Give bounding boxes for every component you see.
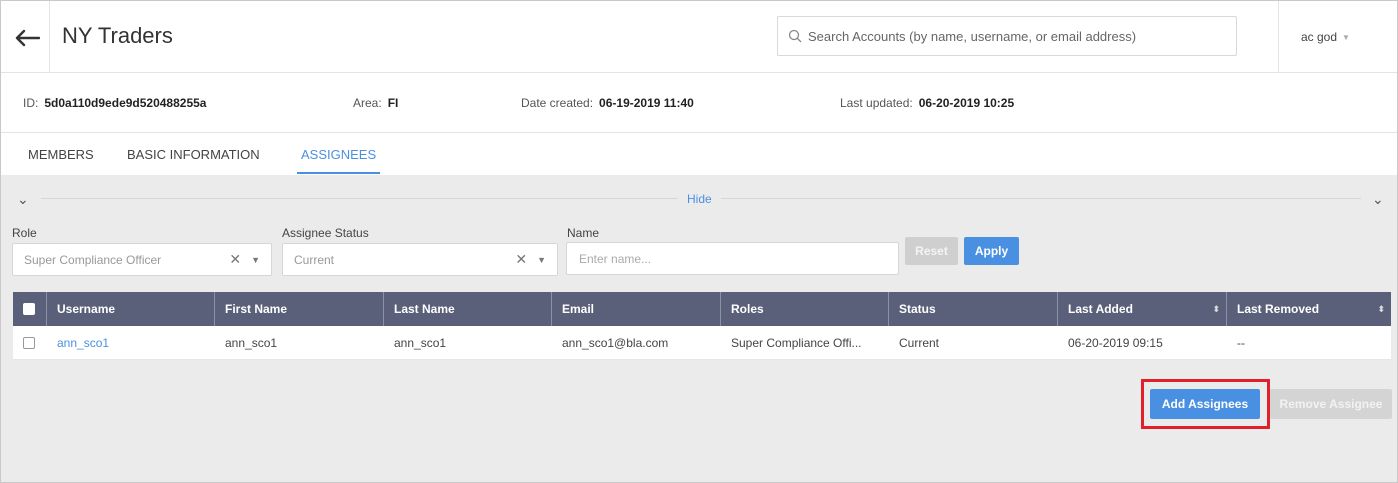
- cell-last-name: ann_sco1: [394, 335, 447, 350]
- assignee-status-label: Assignee Status: [282, 226, 369, 240]
- info-updated-label: Last updated:: [840, 96, 913, 110]
- column-header-status[interactable]: Status: [889, 292, 1058, 326]
- tab-bar: MEMBERS BASIC INFORMATION ASSIGNEES: [1, 133, 1397, 175]
- header-divider: [49, 1, 50, 73]
- remove-assignee-button[interactable]: Remove Assignee: [1270, 389, 1392, 419]
- caret-down-icon[interactable]: ▼: [251, 255, 260, 265]
- back-button[interactable]: [11, 23, 43, 53]
- cell-username: ann_sco1: [47, 326, 215, 360]
- username-link[interactable]: ann_sco1: [57, 336, 109, 350]
- page-header: NY Traders ac god ▼: [1, 1, 1397, 73]
- info-area-label: Area:: [353, 96, 382, 110]
- role-select-value: Super Compliance Officer: [24, 252, 162, 267]
- add-assignees-button[interactable]: Add Assignees: [1150, 389, 1260, 419]
- sort-icon[interactable]: ⬍: [1377, 304, 1385, 315]
- cell-last-removed: --: [1237, 335, 1245, 350]
- assignee-status-select[interactable]: Current ✕ ▼: [282, 243, 558, 276]
- cell-last-added: 06-20-2019 09:15: [1068, 335, 1163, 350]
- caret-down-icon: ▼: [1342, 32, 1350, 42]
- role-label: Role: [12, 226, 37, 240]
- apply-button[interactable]: Apply: [964, 237, 1019, 265]
- cell-email: ann_sco1@bla.com: [562, 335, 669, 350]
- header-divider: [1278, 1, 1279, 73]
- column-header-last-added[interactable]: Last Added ⬍: [1058, 292, 1227, 326]
- info-area-value: FI: [387, 96, 399, 110]
- column-header-username[interactable]: Username: [47, 292, 215, 326]
- cell-first-name: ann_sco1: [225, 335, 278, 350]
- cell-status: Current: [899, 335, 940, 350]
- arrow-left-icon: [15, 29, 40, 47]
- search-input[interactable]: [808, 28, 1236, 44]
- caret-down-icon[interactable]: ▼: [537, 255, 546, 265]
- search-icon: [788, 29, 802, 43]
- cell-roles: Super Compliance Offi...: [731, 335, 862, 350]
- search-box[interactable]: [777, 16, 1237, 56]
- info-area: Area: FI: [353, 96, 398, 110]
- column-header-first-name[interactable]: First Name: [215, 292, 384, 326]
- table-row: ann_sco1 ann_sco1 ann_sco1 ann_sco1@bla.…: [13, 326, 1391, 360]
- info-created-value: 06-19-2019 11:40: [599, 96, 694, 110]
- clear-icon[interactable]: ✕: [229, 251, 241, 268]
- select-all-cell: [13, 292, 47, 326]
- column-header-last-name[interactable]: Last Name: [384, 292, 552, 326]
- sort-icon[interactable]: ⬍: [1212, 304, 1220, 315]
- page-title: NY Traders: [62, 23, 173, 48]
- info-id-value: 5d0a110d9ede9d520488255a: [44, 96, 207, 110]
- info-created-label: Date created:: [521, 96, 594, 110]
- assignees-table: Username First Name Last Name Email Role…: [13, 292, 1391, 360]
- table-body: ann_sco1 ann_sco1 ann_sco1 ann_sco1@bla.…: [13, 326, 1391, 360]
- role-select[interactable]: Super Compliance Officer ✕ ▼: [12, 243, 272, 276]
- tab-basic-information[interactable]: BASIC INFORMATION: [127, 147, 260, 172]
- app-window: NY Traders ac god ▼ ID: 5d0a110d9ede9d520…: [0, 0, 1398, 483]
- column-header-last-removed[interactable]: Last Removed ⬍: [1227, 292, 1391, 326]
- name-input[interactable]: [566, 242, 899, 275]
- row-checkbox[interactable]: [23, 336, 35, 349]
- reset-button[interactable]: Reset: [905, 237, 958, 265]
- tab-assignees[interactable]: ASSIGNEES: [297, 147, 381, 174]
- info-updated: Last updated: 06-20-2019 10:25: [840, 96, 1014, 110]
- user-menu[interactable]: ac god ▼: [1301, 30, 1350, 44]
- assignee-status-value: Current: [294, 252, 335, 267]
- user-name: ac god: [1301, 30, 1338, 44]
- row-select-cell: [13, 326, 47, 360]
- tab-members[interactable]: MEMBERS: [28, 147, 94, 172]
- chevron-down-icon[interactable]: ⌄: [17, 191, 29, 208]
- hide-filters-link[interactable]: Hide: [678, 192, 721, 206]
- info-created: Date created: 06-19-2019 11:40: [521, 96, 694, 110]
- info-updated-value: 06-20-2019 10:25: [918, 96, 1015, 110]
- chevron-down-icon[interactable]: ⌄: [1372, 191, 1384, 208]
- column-header-email[interactable]: Email: [552, 292, 721, 326]
- column-header-last-removed-label: Last Removed: [1237, 302, 1320, 316]
- account-info: ID: 5d0a110d9ede9d520488255a Area: FI Date…: [1, 73, 1397, 133]
- info-id: ID: 5d0a110d9ede9d520488255a: [23, 96, 206, 110]
- column-header-last-added-label: Last Added: [1068, 302, 1133, 316]
- table-header: Username First Name Last Name Email Role…: [13, 292, 1391, 326]
- select-all-checkbox[interactable]: [23, 303, 35, 315]
- info-id-label: ID:: [23, 96, 39, 110]
- clear-icon[interactable]: ✕: [515, 251, 527, 268]
- name-label: Name: [567, 226, 600, 240]
- column-header-roles[interactable]: Roles: [721, 292, 889, 326]
